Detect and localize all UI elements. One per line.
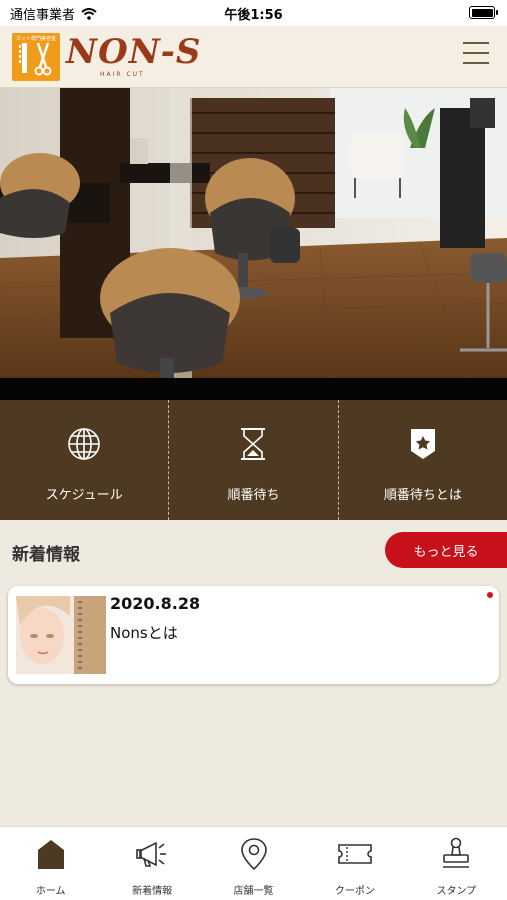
logo-wordmark: NON-S — [66, 32, 202, 72]
globe-icon — [68, 428, 100, 460]
quicknav-about-waiting[interactable]: 順番待ちとは — [337, 400, 507, 520]
news-section-title: 新着情報 — [12, 545, 80, 565]
stamp-icon — [443, 837, 470, 868]
quick-nav: スケジュール 順番待ち 順番待ちとは — [0, 400, 507, 520]
tab-label: ホーム — [35, 886, 66, 897]
clock: 午後1:56 — [224, 8, 283, 23]
salon-interior-illustration — [0, 88, 507, 378]
quicknav-schedule[interactable]: スケジュール — [0, 400, 168, 520]
news-thumbnail-illustration — [16, 596, 106, 674]
tab-label: 新着情報 — [132, 886, 173, 897]
quicknav-label: スケジュール — [45, 488, 123, 503]
quicknav-waiting[interactable]: 順番待ち — [168, 400, 337, 520]
map-pin-icon — [240, 838, 267, 871]
news-thumbnail — [16, 596, 106, 674]
salon-hero-image — [0, 88, 507, 378]
news-item[interactable]: 2020.8.28 Nonsとは — [8, 586, 499, 684]
hamburger-menu-button[interactable] — [463, 42, 489, 66]
tab-stores[interactable]: 店舗一覧 — [203, 827, 304, 900]
menu-line — [463, 52, 489, 54]
shield-star-icon — [410, 429, 435, 459]
unread-indicator — [487, 592, 493, 598]
menu-line — [463, 62, 489, 64]
quicknav-label: 順番待ち — [227, 488, 280, 503]
hourglass-icon — [241, 428, 266, 460]
ticket-icon — [338, 844, 372, 864]
quicknav-label: 順番待ちとは — [383, 488, 462, 503]
news-headline: Nonsとは — [110, 624, 178, 642]
app-header: カット専門美容室 NON-S HAIR CUT — [0, 26, 507, 88]
tab-news[interactable]: 新着情報 — [101, 827, 202, 900]
news-date: 2020.8.28 — [110, 594, 201, 613]
tab-coupon[interactable]: クーポン — [304, 827, 405, 900]
see-more-button[interactable]: もっと見る — [385, 532, 507, 568]
tab-label: スタンプ — [436, 886, 477, 897]
scissors-comb-icon — [19, 42, 52, 76]
menu-line — [463, 42, 489, 44]
logo-subtitle: HAIR CUT — [100, 71, 145, 78]
tab-stamp[interactable]: スタンプ — [406, 827, 507, 900]
hero-divider — [0, 378, 507, 400]
tab-home[interactable]: ホーム — [0, 827, 101, 900]
home-icon — [37, 840, 64, 869]
status-bar: 通信事業者 午後1:56 — [0, 0, 507, 26]
tab-label: クーポン — [334, 886, 375, 897]
news-section-header: 新着情報 もっと見る — [0, 532, 507, 570]
logo-badge: カット専門美容室 — [12, 33, 60, 81]
megaphone-icon — [136, 841, 167, 867]
battery-icon — [469, 6, 498, 19]
bottom-tab-bar: ホーム 新着情報 店舗一覧 クーポン スタンプ — [0, 826, 507, 900]
tab-label: 店舗一覧 — [233, 886, 274, 897]
